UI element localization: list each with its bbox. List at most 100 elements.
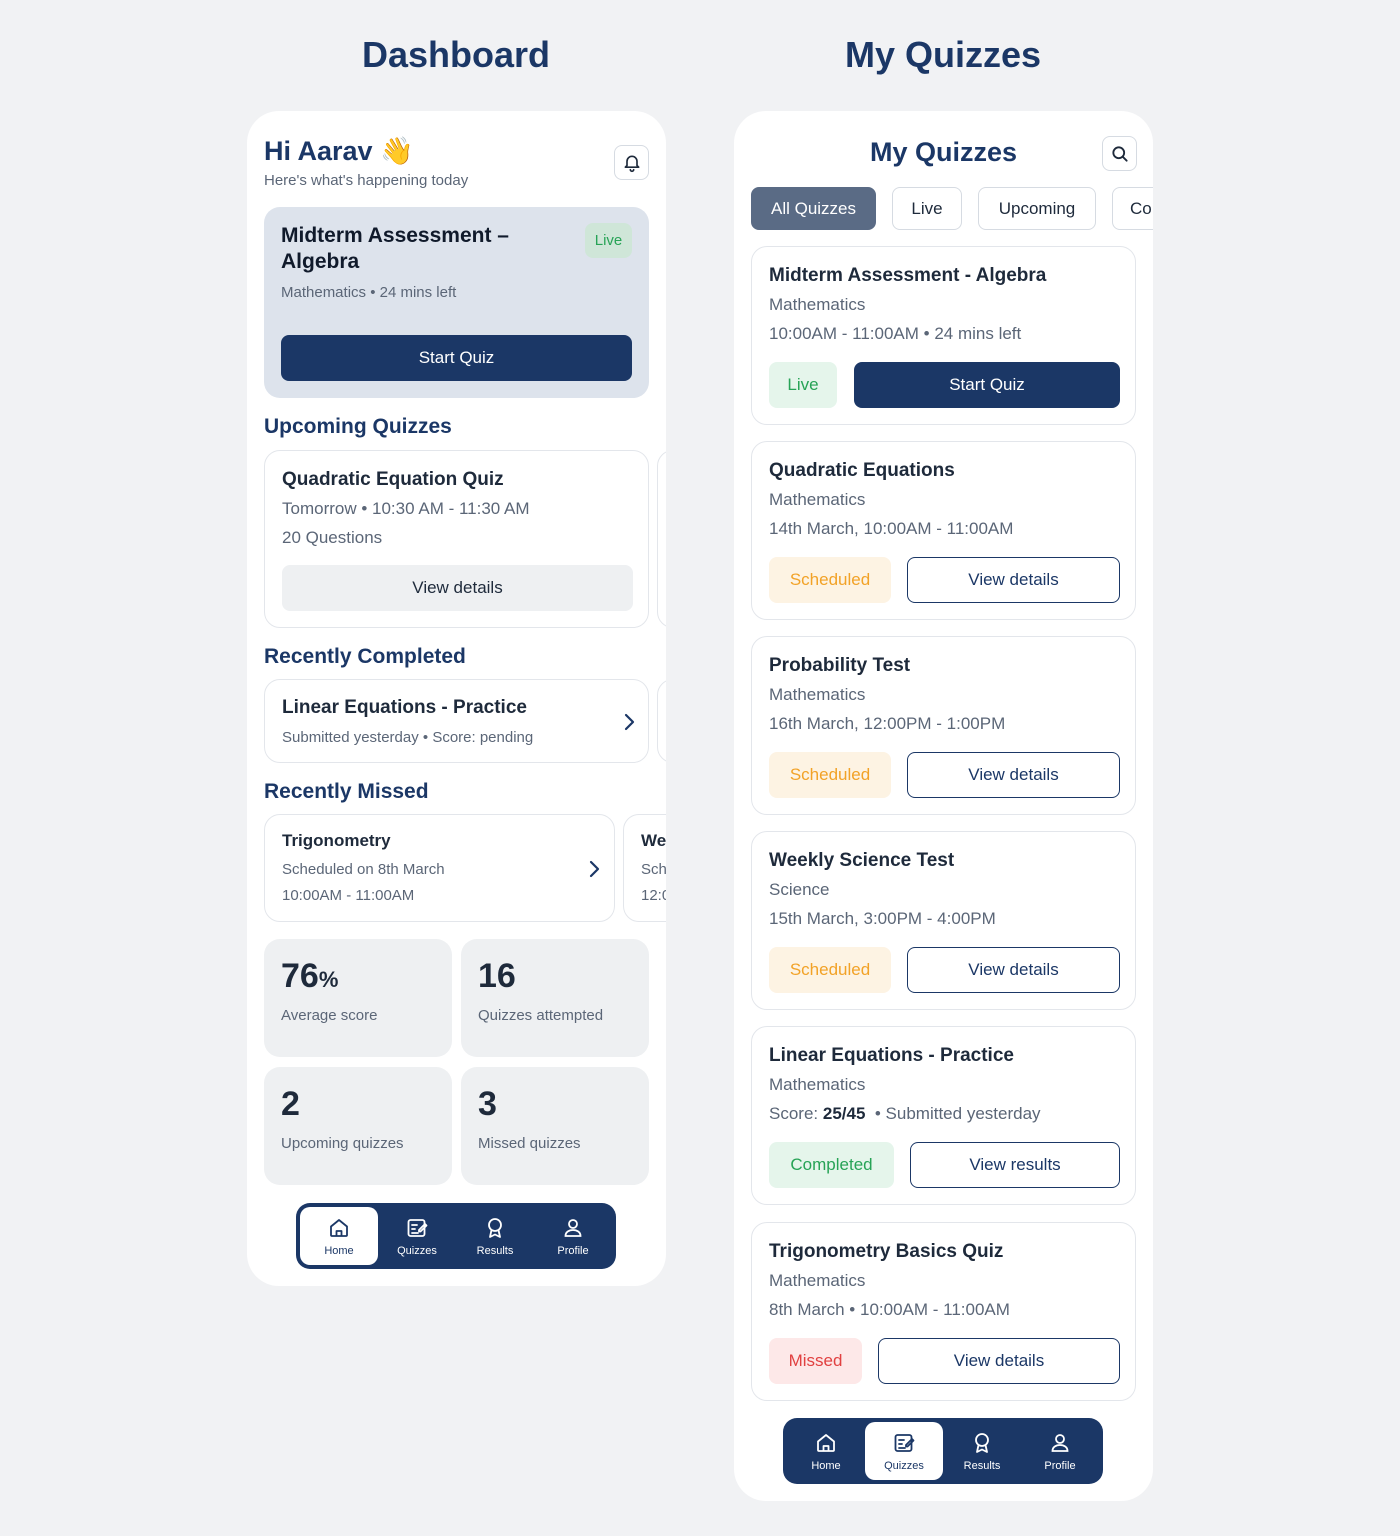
quiz-title: Weekly Science Test bbox=[769, 850, 955, 871]
view-details-button[interactable]: View details bbox=[907, 752, 1120, 798]
stat-quizzes-attempted: 16 Quizzes attempted bbox=[461, 939, 649, 1057]
page-title: My Quizzes bbox=[869, 137, 1018, 167]
completed-quiz-card[interactable]: Linear Equations - Practice Submitted ye… bbox=[264, 679, 649, 763]
bottom-nav: Home Quizzes Results Profile bbox=[296, 1203, 616, 1269]
greeting-subtitle: Here's what's happening today bbox=[264, 172, 469, 189]
missed-quiz-time: 10:00AM - 11:00AM bbox=[282, 887, 415, 904]
quiz-score-line: Score: 25/45 • Submitted yesterday bbox=[769, 1104, 1041, 1124]
nav-results[interactable]: Results bbox=[456, 1207, 534, 1265]
upcoming-quiz-title: Quadratic Equation Quiz bbox=[282, 469, 504, 490]
greeting: Hi Aarav 👋 bbox=[264, 136, 414, 166]
user-icon bbox=[564, 1218, 582, 1237]
quiz-subject: Mathematics bbox=[769, 1271, 866, 1290]
nav-profile-label: Profile bbox=[1044, 1459, 1076, 1472]
my-quizzes-heading: My Quizzes bbox=[844, 34, 1042, 75]
view-details-button[interactable]: View details bbox=[907, 947, 1120, 993]
upcoming-quiz-card-peek[interactable] bbox=[657, 450, 666, 628]
status-badge: Scheduled bbox=[769, 947, 891, 993]
stat-value: 3 bbox=[478, 1085, 497, 1123]
search-button[interactable] bbox=[1102, 136, 1137, 171]
upcoming-quiz-card[interactable]: Quadratic Equation Quiz Tomorrow • 10:30… bbox=[264, 450, 649, 628]
quiz-title: Midterm Assessment - Algebra bbox=[769, 265, 1047, 286]
quiz-title: Linear Equations - Practice bbox=[769, 1045, 1014, 1066]
filter-upcoming[interactable]: Upcoming bbox=[978, 187, 1096, 230]
missed-heading: Recently Missed bbox=[264, 780, 429, 803]
nav-home[interactable]: Home bbox=[787, 1422, 865, 1480]
live-quiz-title: Midterm Assessment – Algebra bbox=[281, 224, 509, 273]
award-icon bbox=[488, 1217, 502, 1238]
filter-all-quizzes[interactable]: All Quizzes bbox=[751, 187, 876, 230]
quiz-subject: Mathematics bbox=[769, 685, 866, 704]
missed-peek-title: We bbox=[641, 831, 666, 850]
quiz-card[interactable]: Weekly Science Test Science 15th March, … bbox=[751, 831, 1136, 1010]
quiz-time: 16th March, 12:00PM - 1:00PM bbox=[769, 714, 1006, 733]
stat-value: 76 bbox=[281, 957, 319, 995]
award-icon bbox=[975, 1432, 989, 1453]
nav-results[interactable]: Results bbox=[943, 1422, 1021, 1480]
stat-label: Upcoming quizzes bbox=[281, 1135, 404, 1152]
quiz-edit-icon bbox=[894, 1433, 915, 1452]
status-badge: Missed bbox=[769, 1338, 862, 1384]
stat-label: Quizzes attempted bbox=[478, 1007, 604, 1024]
quiz-edit-icon bbox=[407, 1218, 428, 1237]
filter-live[interactable]: Live bbox=[892, 187, 962, 230]
completed-quiz-card-peek[interactable] bbox=[657, 679, 666, 763]
stat-label: Average score bbox=[281, 1007, 378, 1024]
dashboard-screen: Hi Aarav 👋 Here's what's happening today… bbox=[247, 111, 666, 1286]
score-value: 25/45 bbox=[822, 1104, 866, 1123]
quiz-subject: Mathematics bbox=[769, 490, 866, 509]
quiz-subject: Mathematics bbox=[769, 1075, 866, 1094]
completed-quiz-meta: Submitted yesterday • Score: pending bbox=[282, 729, 534, 746]
quiz-card[interactable]: Midterm Assessment - Algebra Mathematics… bbox=[751, 246, 1136, 425]
dashboard-heading: Dashboard bbox=[361, 34, 551, 75]
missed-quiz-title: Trigonometry bbox=[282, 831, 391, 850]
live-badge: Live bbox=[585, 223, 632, 258]
quiz-card[interactable]: Trigonometry Basics Quiz Mathematics 8th… bbox=[751, 1222, 1136, 1401]
quiz-time: 8th March • 10:00AM - 11:00AM bbox=[769, 1300, 1010, 1319]
nav-profile[interactable]: Profile bbox=[534, 1207, 612, 1265]
status-badge: Scheduled bbox=[769, 557, 891, 603]
missed-quiz-date: Scheduled on 8th March bbox=[282, 861, 445, 878]
nav-quizzes[interactable]: Quizzes bbox=[378, 1207, 456, 1265]
start-quiz-button[interactable]: Start Quiz bbox=[854, 362, 1120, 408]
chevron-right-icon bbox=[589, 860, 600, 878]
home-icon bbox=[330, 1218, 348, 1237]
missed-quiz-card[interactable]: Trigonometry Scheduled on 8th March 10:0… bbox=[264, 814, 615, 922]
quiz-card[interactable]: Quadratic Equations Mathematics 14th Mar… bbox=[751, 441, 1136, 620]
view-details-button[interactable]: View details bbox=[907, 557, 1120, 603]
quiz-time: 14th March, 10:00AM - 11:00AM bbox=[769, 519, 1014, 538]
upcoming-quiz-time: Tomorrow • 10:30 AM - 11:30 AM bbox=[282, 499, 530, 518]
bell-icon bbox=[624, 155, 639, 172]
missed-quiz-card-peek[interactable]: We Sch 12:0 bbox=[623, 814, 666, 922]
view-details-button[interactable]: View details bbox=[282, 565, 633, 611]
stat-label: Missed quizzes bbox=[478, 1135, 581, 1152]
nav-quizzes[interactable]: Quizzes bbox=[865, 1422, 943, 1480]
quiz-card[interactable]: Linear Equations - Practice Mathematics … bbox=[751, 1026, 1136, 1205]
notifications-button[interactable] bbox=[614, 145, 649, 180]
nav-home-label: Home bbox=[324, 1244, 354, 1257]
stat-upcoming-quizzes: 2 Upcoming quizzes bbox=[264, 1067, 452, 1185]
start-quiz-button[interactable]: Start Quiz bbox=[281, 335, 632, 381]
live-quiz-card[interactable]: Midterm Assessment – Algebra Live Mathem… bbox=[264, 207, 649, 398]
quiz-subject: Science bbox=[769, 880, 830, 899]
stat-unit: % bbox=[318, 967, 339, 992]
nav-home-label: Home bbox=[811, 1459, 841, 1472]
upcoming-quiz-questions: 20 Questions bbox=[282, 528, 383, 547]
nav-home[interactable]: Home bbox=[300, 1207, 378, 1265]
stat-average-score: 76% Average score bbox=[264, 939, 452, 1057]
missed-peek-date: Sch bbox=[641, 861, 666, 878]
view-results-button[interactable]: View results bbox=[910, 1142, 1120, 1188]
filter-completed[interactable]: Co bbox=[1112, 187, 1153, 230]
view-details-button[interactable]: View details bbox=[878, 1338, 1120, 1384]
nav-profile[interactable]: Profile bbox=[1021, 1422, 1099, 1480]
quiz-card[interactable]: Probability Test Mathematics 16th March,… bbox=[751, 636, 1136, 815]
quiz-title: Probability Test bbox=[769, 655, 911, 676]
status-badge: Scheduled bbox=[769, 752, 891, 798]
upcoming-heading: Upcoming Quizzes bbox=[264, 415, 452, 438]
stat-value: 16 bbox=[478, 957, 516, 995]
quiz-time: 10:00AM - 11:00AM • 24 mins left bbox=[769, 324, 1022, 343]
quiz-subject: Mathematics bbox=[769, 295, 866, 314]
canvas: Dashboard My Quizzes Hi Aarav 👋 Here's w… bbox=[0, 0, 1400, 1536]
nav-quizzes-label: Quizzes bbox=[397, 1244, 437, 1257]
completed-heading: Recently Completed bbox=[264, 645, 466, 668]
